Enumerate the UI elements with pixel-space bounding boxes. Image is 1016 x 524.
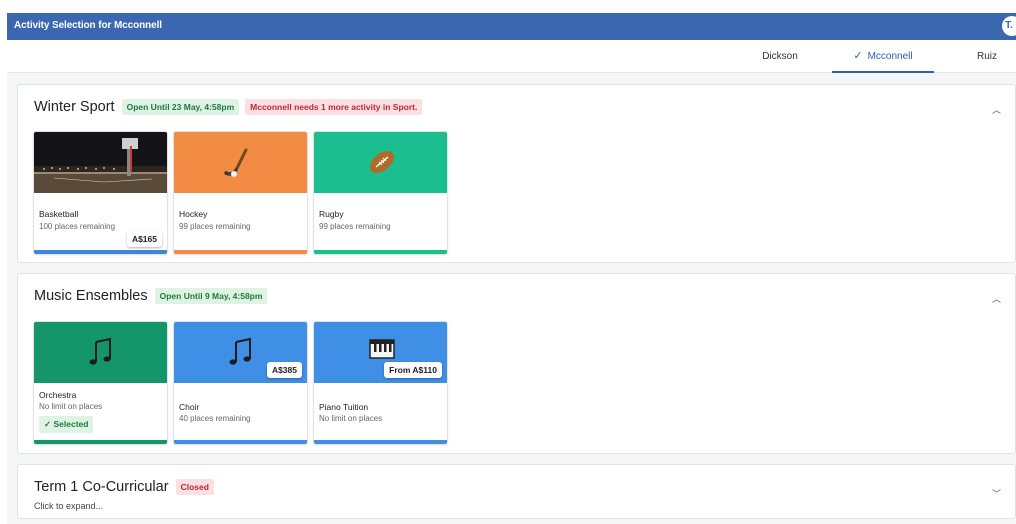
- section-title: Winter Sport: [34, 99, 115, 115]
- section-music-ensembles: Music Ensembles Open Until 9 May, 4:58pm…: [17, 273, 1016, 454]
- section-header[interactable]: Music Ensembles Open Until 9 May, 4:58pm: [34, 288, 273, 304]
- activity-name: Piano Tuition: [319, 402, 369, 412]
- places-remaining: 99 places remaining: [319, 222, 391, 231]
- activity-card-orchestra[interactable]: Orchestra No limit on places ✓ Selected: [33, 321, 168, 445]
- price-badge: A$385: [266, 362, 302, 378]
- chevron-down-icon[interactable]: ﹀: [992, 487, 1001, 500]
- tab-label: Dickson: [762, 51, 798, 62]
- section-header[interactable]: Term 1 Co-Curricular Closed: [34, 479, 220, 495]
- main-content: Winter Sport Open Until 23 May, 4:58pm M…: [7, 73, 1016, 524]
- places-remaining: No limit on places: [319, 414, 383, 423]
- places-remaining: No limit on places: [39, 402, 103, 411]
- section-header[interactable]: Winter Sport Open Until 23 May, 4:58pm M…: [34, 99, 428, 115]
- music-note-icon: [89, 337, 111, 365]
- tab-label: Mcconnell: [867, 51, 913, 62]
- activity-name: Basketball: [39, 209, 79, 219]
- card-accent: [314, 250, 447, 254]
- activity-card-choir[interactable]: A$385 Choir 40 places remaining: [173, 321, 308, 445]
- activity-card-hockey[interactable]: Hockey 99 places remaining: [173, 131, 308, 255]
- section-term1-co-curricular[interactable]: Term 1 Co-Curricular Closed Click to exp…: [17, 464, 1016, 519]
- card-banner: [314, 132, 447, 193]
- price-badge: A$165: [126, 231, 162, 247]
- card-banner: [34, 322, 167, 383]
- activity-card-rugby[interactable]: Rugby 99 places remaining: [313, 131, 448, 255]
- activity-card-piano-tuition[interactable]: From A$110 Piano Tuition No limit on pla…: [313, 321, 448, 445]
- expand-hint[interactable]: Click to expand...: [34, 501, 103, 511]
- tab-dickson[interactable]: Dickson: [747, 40, 813, 73]
- closed-badge: Closed: [175, 479, 214, 495]
- activity-name: Hockey: [179, 209, 208, 219]
- hockey-stick-icon: [224, 148, 248, 178]
- app-header: Activity Selection for Mcconnell T.: [7, 13, 1016, 40]
- card-accent: [174, 440, 307, 444]
- section-title: Term 1 Co-Curricular: [34, 479, 169, 495]
- tab-ruiz[interactable]: Ruiz: [962, 40, 1012, 73]
- places-remaining: 100 places remaining: [39, 222, 116, 231]
- places-remaining: 40 places remaining: [179, 414, 251, 423]
- card-banner: [174, 132, 307, 193]
- price-badge: From A$110: [384, 362, 442, 378]
- activity-name: Orchestra: [39, 390, 77, 400]
- activity-card-basketball[interactable]: A$165 Basketball 100 places remaining: [33, 131, 168, 255]
- chevron-up-icon[interactable]: ︿: [992, 103, 1001, 116]
- selected-label: Selected: [53, 419, 89, 429]
- activity-name: Choir: [179, 402, 200, 412]
- open-until-badge: Open Until 9 May, 4:58pm: [154, 288, 268, 304]
- student-tabs: Dickson ✓ Mcconnell Ruiz: [7, 40, 1016, 73]
- section-title: Music Ensembles: [34, 288, 148, 304]
- page-title: Activity Selection for Mcconnell: [14, 20, 162, 31]
- card-accent: [314, 440, 447, 444]
- check-icon: ✓: [853, 50, 863, 62]
- section-winter-sport: Winter Sport Open Until 23 May, 4:58pm M…: [17, 84, 1016, 263]
- rugby-ball-icon: [369, 150, 395, 174]
- card-accent: [174, 250, 307, 254]
- tab-mcconnell[interactable]: ✓ Mcconnell: [832, 40, 934, 73]
- warning-badge: Mcconnell needs 1 more activity in Sport…: [245, 99, 423, 115]
- places-remaining: 99 places remaining: [179, 222, 251, 231]
- user-avatar[interactable]: T.: [1002, 16, 1016, 36]
- open-until-badge: Open Until 23 May, 4:58pm: [121, 99, 240, 115]
- activity-name: Rugby: [319, 209, 344, 219]
- card-accent: [34, 250, 167, 254]
- tab-label: Ruiz: [976, 51, 997, 62]
- card-accent: [34, 440, 167, 444]
- selected-badge: ✓ Selected: [39, 416, 94, 433]
- chevron-up-icon[interactable]: ︿: [992, 292, 1001, 305]
- basketball-court-photo: [34, 132, 167, 193]
